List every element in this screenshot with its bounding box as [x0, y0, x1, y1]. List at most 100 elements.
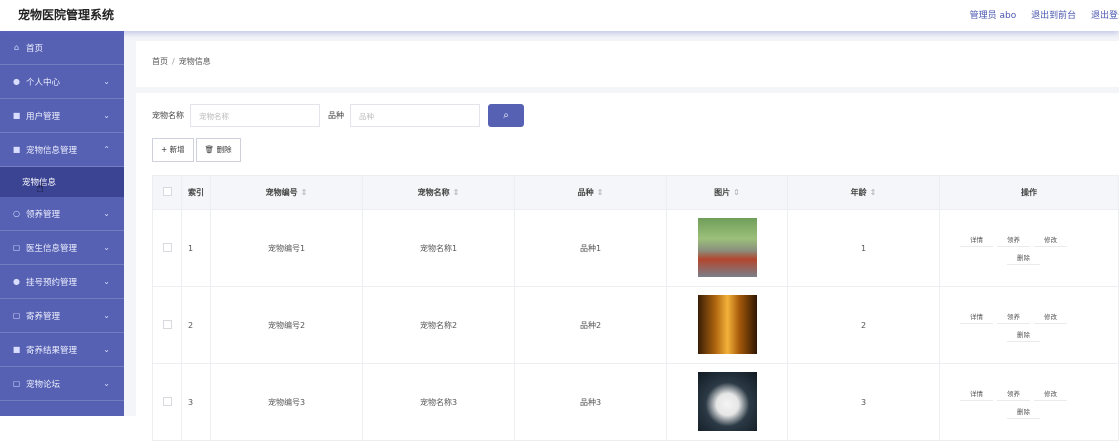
chevron-down-icon: ⌄ — [103, 209, 110, 218]
col-name-label: 宠物名称 — [417, 188, 450, 197]
user-icon: ● — [13, 77, 20, 86]
row-checkbox[interactable] — [162, 242, 172, 252]
app-title: 宠物医院管理系统 — [18, 8, 115, 22]
row-age: 1 — [787, 209, 940, 287]
chevron-up-icon: ⌃ — [103, 145, 110, 154]
breadcrumb: 首页 / 宠物信息 — [136, 41, 1119, 87]
chevron-down-icon: ⌄ — [103, 77, 110, 86]
sidebar-item-adopt[interactable]: ○ 领养管理 ⌄ — [0, 197, 124, 231]
search-row: 宠物名称 宠物名称 品种 品种 ⌕ — [152, 103, 524, 127]
admin-label: 管理员 abo — [969, 11, 1017, 21]
sidebar-item-pet-info[interactable]: ■ 宠物信息管理 ⌃ — [0, 133, 124, 167]
row-age: 3 — [787, 363, 940, 441]
trash-icon: 🗑 — [204, 145, 215, 154]
users-icon: ■ — [12, 111, 21, 120]
sort-icon: ⇕ — [733, 188, 740, 197]
add-button[interactable]: + 新增 — [152, 138, 194, 162]
edit-button[interactable]: 修改 — [1034, 386, 1067, 401]
sort-icon: ⇕ — [452, 188, 460, 197]
top-links: 管理员 abo 退出到前台 退出登录 — [958, 8, 1119, 21]
col-code[interactable]: 宠物编号 ⇕ — [210, 175, 363, 210]
sidebar-item-foster[interactable]: ▢ 寄养管理 ⌄ — [0, 299, 124, 333]
sidebar-item-label: 宠物信息管理 — [26, 145, 78, 156]
detail-button[interactable]: 详情 — [960, 232, 993, 247]
logout-link[interactable]: 退出登录 — [1091, 11, 1119, 21]
detail-button[interactable]: 详情 — [960, 309, 993, 324]
breadcrumb-separator: / — [172, 57, 175, 66]
sidebar-subitem-pet-info[interactable]: 宠物信息 ☝ — [0, 167, 124, 197]
table-header-row: 索引 宠物编号 ⇕ 宠物名称 ⇕ 品种 ⇕ 图片 ⇕ 年龄 ⇕ 操作 — [152, 175, 1119, 210]
row-name: 宠物名称2 — [362, 286, 515, 364]
row-code: 宠物编号1 — [210, 209, 363, 287]
sidebar-item-label: 首页 — [26, 43, 44, 54]
row-select-cell — [152, 286, 182, 364]
register-icon: ● — [13, 277, 20, 286]
chevron-down-icon: ⌄ — [103, 111, 110, 120]
sidebar-item-register[interactable]: ● 挂号预约管理 ⌄ — [0, 265, 124, 299]
adopt-icon: ○ — [13, 209, 20, 218]
forum-icon: ▢ — [12, 379, 21, 388]
row-select-cell — [152, 363, 182, 441]
sidebar-item-label: 医生信息管理 — [26, 243, 78, 254]
sort-icon: ⇕ — [596, 188, 604, 197]
row-select-cell — [152, 209, 182, 287]
col-age[interactable]: 年龄 ⇕ — [787, 175, 940, 210]
row-name: 宠物名称3 — [362, 363, 515, 441]
col-name[interactable]: 宠物名称 ⇕ — [362, 175, 515, 210]
sidebar-item-doctor[interactable]: ▢ 医生信息管理 ⌄ — [0, 231, 124, 265]
sidebar-item-home[interactable]: ⌂ 首页 — [0, 31, 124, 65]
back-to-front-link[interactable]: 退出到前台 — [1031, 11, 1076, 21]
row-code: 宠物编号2 — [210, 286, 363, 364]
row-actions: 详情 领养 修改 删除 — [939, 209, 1119, 287]
sidebar-item-label: 寄养管理 — [26, 311, 61, 322]
row-age: 2 — [787, 286, 940, 364]
row-actions: 详情 领养 修改 删除 — [939, 363, 1119, 441]
top-bar: 宠物医院管理系统 管理员 abo 退出到前台 退出登录 — [0, 0, 1119, 31]
breadcrumb-current: 宠物信息 — [178, 57, 211, 66]
sidebar-item-profile[interactable]: ● 个人中心 ⌄ — [0, 65, 124, 99]
hand-cursor-icon: ☝ — [36, 181, 44, 196]
row-name: 宠物名称1 — [362, 209, 515, 287]
row-code: 宠物编号3 — [210, 363, 363, 441]
row-image-cell — [666, 363, 788, 441]
row-breed: 品种2 — [514, 286, 667, 364]
edit-button[interactable]: 修改 — [1034, 232, 1067, 247]
row-checkbox[interactable] — [162, 319, 172, 329]
sidebar-item-users[interactable]: ■ 用户管理 ⌄ — [0, 99, 124, 133]
sidebar: ⌂ 首页 ● 个人中心 ⌄ ■ 用户管理 ⌄ ■ 宠物信息管理 ⌃ 宠物信息 ☝… — [0, 31, 124, 416]
pet-icon: ■ — [12, 145, 21, 154]
pet-image[interactable] — [697, 294, 757, 354]
select-all-cell — [152, 175, 182, 210]
breadcrumb-home[interactable]: 首页 — [152, 57, 168, 66]
foster-icon: ▢ — [12, 311, 21, 320]
adopt-button[interactable]: 领养 — [997, 386, 1030, 401]
adopt-button[interactable]: 领养 — [997, 232, 1030, 247]
col-breed-label: 品种 — [577, 188, 594, 197]
col-image[interactable]: 图片 ⇕ — [666, 175, 788, 210]
col-breed[interactable]: 品种 ⇕ — [514, 175, 667, 210]
edit-button[interactable]: 修改 — [1034, 309, 1067, 324]
pet-name-input[interactable]: 宠物名称 — [190, 103, 320, 127]
col-index: 索引 — [181, 175, 211, 210]
search-button[interactable]: ⌕ — [488, 103, 524, 127]
delete-button[interactable]: 🗑 删除 — [195, 138, 241, 162]
breed-input[interactable]: 品种 — [350, 103, 480, 127]
sidebar-item-forum[interactable]: ▢ 宠物论坛 ⌄ — [0, 367, 124, 401]
adopt-button[interactable]: 领养 — [997, 309, 1030, 324]
content-panel: 宠物名称 宠物名称 品种 品种 ⌕ + 新增 🗑 删除 索引 宠物编号 ⇕ 宠物名… — [136, 93, 1119, 441]
chevron-down-icon: ⌄ — [103, 243, 110, 252]
sort-icon: ⇕ — [300, 188, 308, 197]
sidebar-item-foster-result[interactable]: ■ 寄养结果管理 ⌄ — [0, 333, 124, 367]
detail-button[interactable]: 详情 — [960, 386, 993, 401]
pet-image[interactable] — [697, 217, 757, 277]
chevron-down-icon: ⌄ — [103, 345, 110, 354]
row-checkbox[interactable] — [162, 396, 172, 406]
pet-image[interactable] — [697, 371, 757, 431]
row-delete-button[interactable]: 删除 — [1007, 404, 1040, 419]
row-delete-button[interactable]: 删除 — [1007, 250, 1040, 265]
table-row: 1 宠物编号1 宠物名称1 品种1 1 详情 领养 修改 删除 — [152, 209, 1119, 287]
select-all-checkbox[interactable] — [162, 187, 172, 196]
sort-icon: ⇕ — [869, 188, 877, 197]
sidebar-item-label: 个人中心 — [26, 77, 61, 88]
row-delete-button[interactable]: 删除 — [1007, 327, 1040, 342]
